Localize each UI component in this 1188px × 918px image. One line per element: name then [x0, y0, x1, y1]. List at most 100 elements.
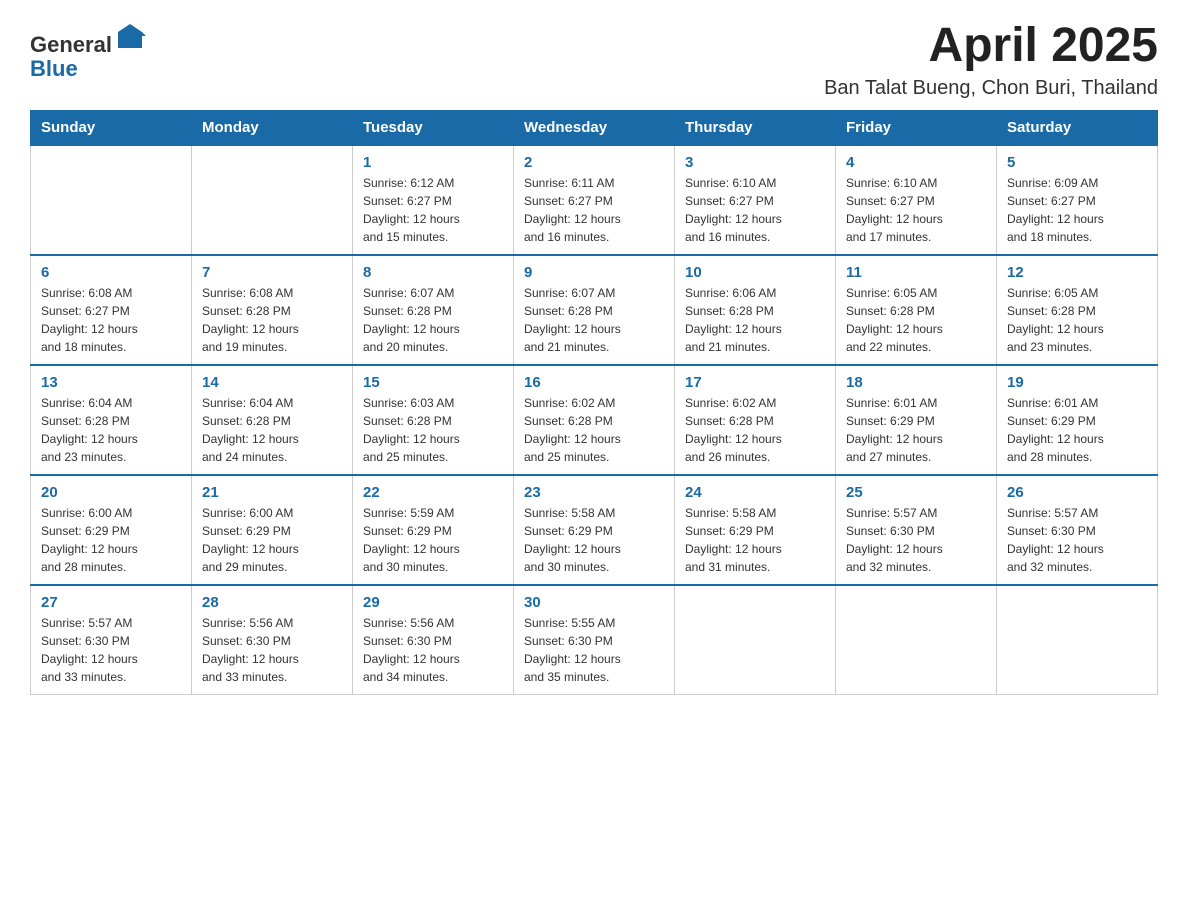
day-number: 3: [685, 154, 825, 171]
day-number: 15: [363, 374, 503, 391]
day-info: Sunrise: 5:58 AM Sunset: 6:29 PM Dayligh…: [685, 504, 825, 576]
location-title: Ban Talat Bueng, Chon Buri, Thailand: [824, 77, 1158, 100]
calendar-cell: 2Sunrise: 6:11 AM Sunset: 6:27 PM Daylig…: [514, 145, 675, 255]
day-info: Sunrise: 6:10 AM Sunset: 6:27 PM Dayligh…: [685, 174, 825, 246]
calendar-cell: [997, 585, 1158, 695]
day-info: Sunrise: 6:08 AM Sunset: 6:27 PM Dayligh…: [41, 284, 181, 356]
calendar-table: SundayMondayTuesdayWednesdayThursdayFrid…: [30, 110, 1158, 696]
week-row-3: 13 Sunrise: 6:04 AM Sunset: 6:28 PM Dayli…: [31, 365, 1158, 475]
calendar-cell: 26Sunrise: 5:57 AM Sunset: 6:30 PM Dayli…: [997, 475, 1158, 585]
day-number: 1: [363, 154, 503, 171]
calendar-cell: 29 Sunrise: 5:56 AM Sunset: 6:30 PM Dayli…: [353, 585, 514, 695]
day-info: Sunrise: 6:05 AM Sunset: 6:28 PM Dayligh…: [846, 284, 986, 356]
calendar-cell: 7Sunrise: 6:08 AM Sunset: 6:28 PM Daylig…: [192, 255, 353, 365]
logo-text: General Blue: [30, 20, 146, 81]
calendar-cell: [192, 145, 353, 255]
day-number: 24: [685, 484, 825, 501]
day-number: 19: [1007, 374, 1147, 391]
calendar-cell: 21 Sunrise: 6:00 AM Sunset: 6:29 PM Dayli…: [192, 475, 353, 585]
weekday-header-sunday: Sunday: [31, 110, 192, 145]
weekday-header-monday: Monday: [192, 110, 353, 145]
calendar-cell: 22 Sunrise: 5:59 AM Sunset: 6:29 PM Dayli…: [353, 475, 514, 585]
day-info: Sunrise: 6:05 AM Sunset: 6:28 PM Dayligh…: [1007, 284, 1147, 356]
calendar-cell: 8 Sunrise: 6:07 AM Sunset: 6:28 PM Daylig…: [353, 255, 514, 365]
title-block: April 2025 Ban Talat Bueng, Chon Buri, T…: [824, 20, 1158, 100]
weekday-header-row: SundayMondayTuesdayWednesdayThursdayFrid…: [31, 110, 1158, 145]
day-info: Sunrise: 6:12 AM Sunset: 6:27 PM Dayligh…: [363, 174, 503, 246]
day-number: 8: [363, 264, 503, 281]
day-info: Sunrise: 6:07 AM Sunset: 6:28 PM Dayligh…: [524, 284, 664, 356]
calendar-cell: 4Sunrise: 6:10 AM Sunset: 6:27 PM Daylig…: [836, 145, 997, 255]
day-info: Sunrise: 6:04 AM Sunset: 6:28 PM Dayligh…: [41, 394, 181, 466]
day-number: 22: [363, 484, 503, 501]
calendar-cell: 6 Sunrise: 6:08 AM Sunset: 6:27 PM Daylig…: [31, 255, 192, 365]
day-number: 26: [1007, 484, 1147, 501]
day-info: Sunrise: 6:04 AM Sunset: 6:28 PM Dayligh…: [202, 394, 342, 466]
calendar-cell: 25Sunrise: 5:57 AM Sunset: 6:30 PM Dayli…: [836, 475, 997, 585]
day-number: 23: [524, 484, 664, 501]
day-info: Sunrise: 5:58 AM Sunset: 6:29 PM Dayligh…: [524, 504, 664, 576]
day-info: Sunrise: 5:57 AM Sunset: 6:30 PM Dayligh…: [41, 614, 181, 686]
month-title: April 2025: [824, 20, 1158, 73]
page-header: General Blue April 2025 Ban Talat Bueng,…: [30, 20, 1158, 100]
day-number: 6: [41, 264, 181, 281]
calendar-cell: 1 Sunrise: 6:12 AM Sunset: 6:27 PM Daylig…: [353, 145, 514, 255]
day-info: Sunrise: 6:03 AM Sunset: 6:28 PM Dayligh…: [363, 394, 503, 466]
calendar-cell: 20 Sunrise: 6:00 AM Sunset: 6:29 PM Dayli…: [31, 475, 192, 585]
day-info: Sunrise: 6:01 AM Sunset: 6:29 PM Dayligh…: [1007, 394, 1147, 466]
day-info: Sunrise: 6:11 AM Sunset: 6:27 PM Dayligh…: [524, 174, 664, 246]
calendar-cell: 12 Sunrise: 6:05 AM Sunset: 6:28 PM Dayli…: [997, 255, 1158, 365]
day-info: Sunrise: 6:07 AM Sunset: 6:28 PM Dayligh…: [363, 284, 503, 356]
day-info: Sunrise: 5:55 AM Sunset: 6:30 PM Dayligh…: [524, 614, 664, 686]
calendar-cell: 27 Sunrise: 5:57 AM Sunset: 6:30 PM Dayli…: [31, 585, 192, 695]
calendar-cell: 17Sunrise: 6:02 AM Sunset: 6:28 PM Dayli…: [675, 365, 836, 475]
day-info: Sunrise: 6:02 AM Sunset: 6:28 PM Dayligh…: [524, 394, 664, 466]
week-row-1: 1 Sunrise: 6:12 AM Sunset: 6:27 PM Daylig…: [31, 145, 1158, 255]
calendar-cell: 28 Sunrise: 5:56 AM Sunset: 6:30 PM Dayli…: [192, 585, 353, 695]
day-number: 21: [202, 484, 342, 501]
weekday-header-thursday: Thursday: [675, 110, 836, 145]
week-row-2: 6 Sunrise: 6:08 AM Sunset: 6:27 PM Daylig…: [31, 255, 1158, 365]
calendar-cell: 5 Sunrise: 6:09 AM Sunset: 6:27 PM Daylig…: [997, 145, 1158, 255]
calendar-cell: 15 Sunrise: 6:03 AM Sunset: 6:28 PM Dayli…: [353, 365, 514, 475]
logo-icon: [114, 20, 146, 52]
day-number: 13: [41, 374, 181, 391]
calendar-cell: 14 Sunrise: 6:04 AM Sunset: 6:28 PM Dayli…: [192, 365, 353, 475]
weekday-header-friday: Friday: [836, 110, 997, 145]
day-info: Sunrise: 6:10 AM Sunset: 6:27 PM Dayligh…: [846, 174, 986, 246]
day-number: 28: [202, 594, 342, 611]
day-info: Sunrise: 5:56 AM Sunset: 6:30 PM Dayligh…: [202, 614, 342, 686]
day-info: Sunrise: 5:59 AM Sunset: 6:29 PM Dayligh…: [363, 504, 503, 576]
day-number: 11: [846, 264, 986, 281]
calendar-cell: 19 Sunrise: 6:01 AM Sunset: 6:29 PM Dayli…: [997, 365, 1158, 475]
day-number: 29: [363, 594, 503, 611]
calendar-cell: 3 Sunrise: 6:10 AM Sunset: 6:27 PM Daylig…: [675, 145, 836, 255]
calendar-cell: [31, 145, 192, 255]
day-info: Sunrise: 6:00 AM Sunset: 6:29 PM Dayligh…: [202, 504, 342, 576]
day-number: 25: [846, 484, 986, 501]
week-row-5: 27 Sunrise: 5:57 AM Sunset: 6:30 PM Dayli…: [31, 585, 1158, 695]
day-number: 18: [846, 374, 986, 391]
day-number: 16: [524, 374, 664, 391]
day-number: 14: [202, 374, 342, 391]
day-number: 27: [41, 594, 181, 611]
day-info: Sunrise: 6:02 AM Sunset: 6:28 PM Dayligh…: [685, 394, 825, 466]
day-info: Sunrise: 6:00 AM Sunset: 6:29 PM Dayligh…: [41, 504, 181, 576]
calendar-cell: [675, 585, 836, 695]
calendar-cell: 18Sunrise: 6:01 AM Sunset: 6:29 PM Dayli…: [836, 365, 997, 475]
weekday-header-wednesday: Wednesday: [514, 110, 675, 145]
day-number: 10: [685, 264, 825, 281]
day-number: 30: [524, 594, 664, 611]
day-number: 20: [41, 484, 181, 501]
day-number: 9: [524, 264, 664, 281]
day-number: 5: [1007, 154, 1147, 171]
day-info: Sunrise: 6:06 AM Sunset: 6:28 PM Dayligh…: [685, 284, 825, 356]
day-info: Sunrise: 6:08 AM Sunset: 6:28 PM Dayligh…: [202, 284, 342, 356]
calendar-cell: 11 Sunrise: 6:05 AM Sunset: 6:28 PM Dayli…: [836, 255, 997, 365]
logo-general: General: [30, 32, 112, 57]
day-info: Sunrise: 6:09 AM Sunset: 6:27 PM Dayligh…: [1007, 174, 1147, 246]
week-row-4: 20 Sunrise: 6:00 AM Sunset: 6:29 PM Dayli…: [31, 475, 1158, 585]
calendar-cell: 30 Sunrise: 5:55 AM Sunset: 6:30 PM Dayli…: [514, 585, 675, 695]
day-info: Sunrise: 5:56 AM Sunset: 6:30 PM Dayligh…: [363, 614, 503, 686]
day-number: 12: [1007, 264, 1147, 281]
